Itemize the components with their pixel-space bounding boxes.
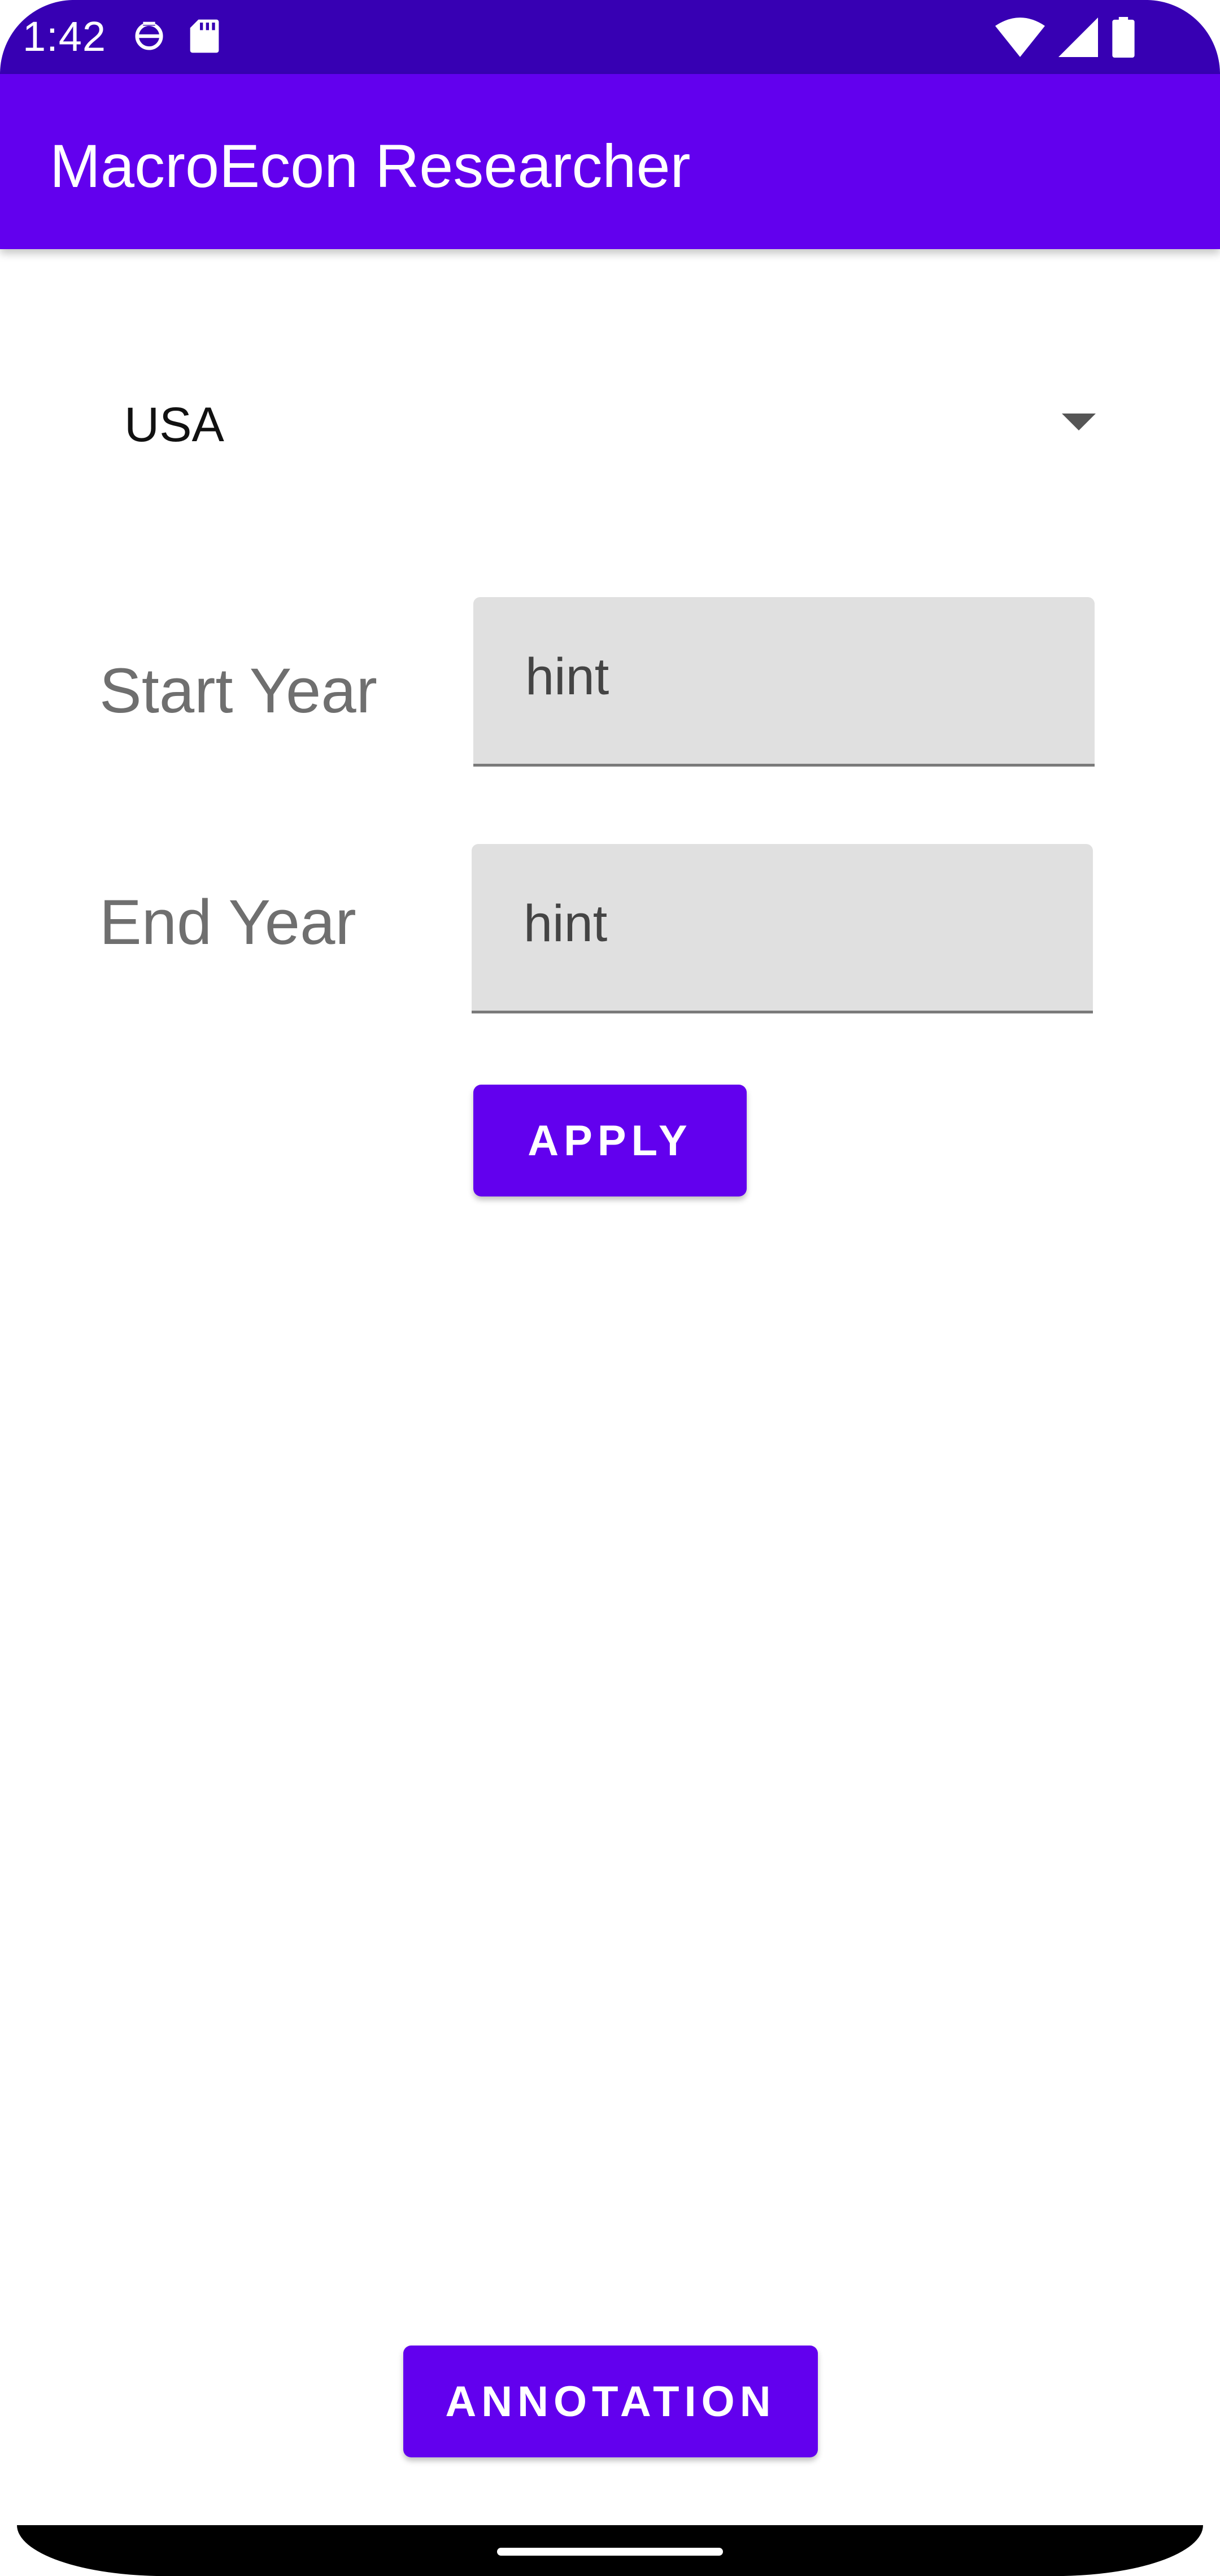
- app-title: MacroEcon Researcher: [50, 132, 691, 200]
- start-year-input[interactable]: [524, 642, 1035, 711]
- battery-icon: [1112, 17, 1135, 60]
- app-bar: MacroEcon Researcher: [0, 74, 1220, 249]
- cell-signal-icon: [1058, 18, 1098, 60]
- country-spinner-value: USA: [124, 398, 224, 452]
- start-year-label: Start Year: [99, 655, 377, 726]
- end-year-input[interactable]: [522, 889, 1033, 958]
- start-year-field[interactable]: [473, 597, 1095, 767]
- wifi-icon: [995, 18, 1045, 60]
- end-year-label: End Year: [99, 887, 356, 958]
- sd-card-icon: [188, 18, 221, 57]
- status-icons-right: [995, 17, 1135, 60]
- status-time: 1:42: [23, 13, 107, 60]
- status-bar: 1:42: [0, 0, 1220, 74]
- settings-ring-icon: [131, 18, 167, 57]
- annotation-button[interactable]: ANNOTATION: [403, 2346, 818, 2457]
- status-icons-left: [131, 18, 221, 57]
- dropdown-arrow-icon: [1062, 414, 1096, 430]
- country-spinner[interactable]: USA: [90, 362, 1101, 486]
- apply-button-label: APPLY: [528, 1116, 692, 1165]
- end-year-field[interactable]: [472, 844, 1093, 1013]
- annotation-button-label: ANNOTATION: [445, 2377, 776, 2426]
- app-screen: 1:42 MacroEcon Researcher USA Start Year…: [0, 0, 1220, 2576]
- apply-button[interactable]: APPLY: [473, 1085, 747, 1196]
- home-gesture-handle[interactable]: [497, 2548, 723, 2556]
